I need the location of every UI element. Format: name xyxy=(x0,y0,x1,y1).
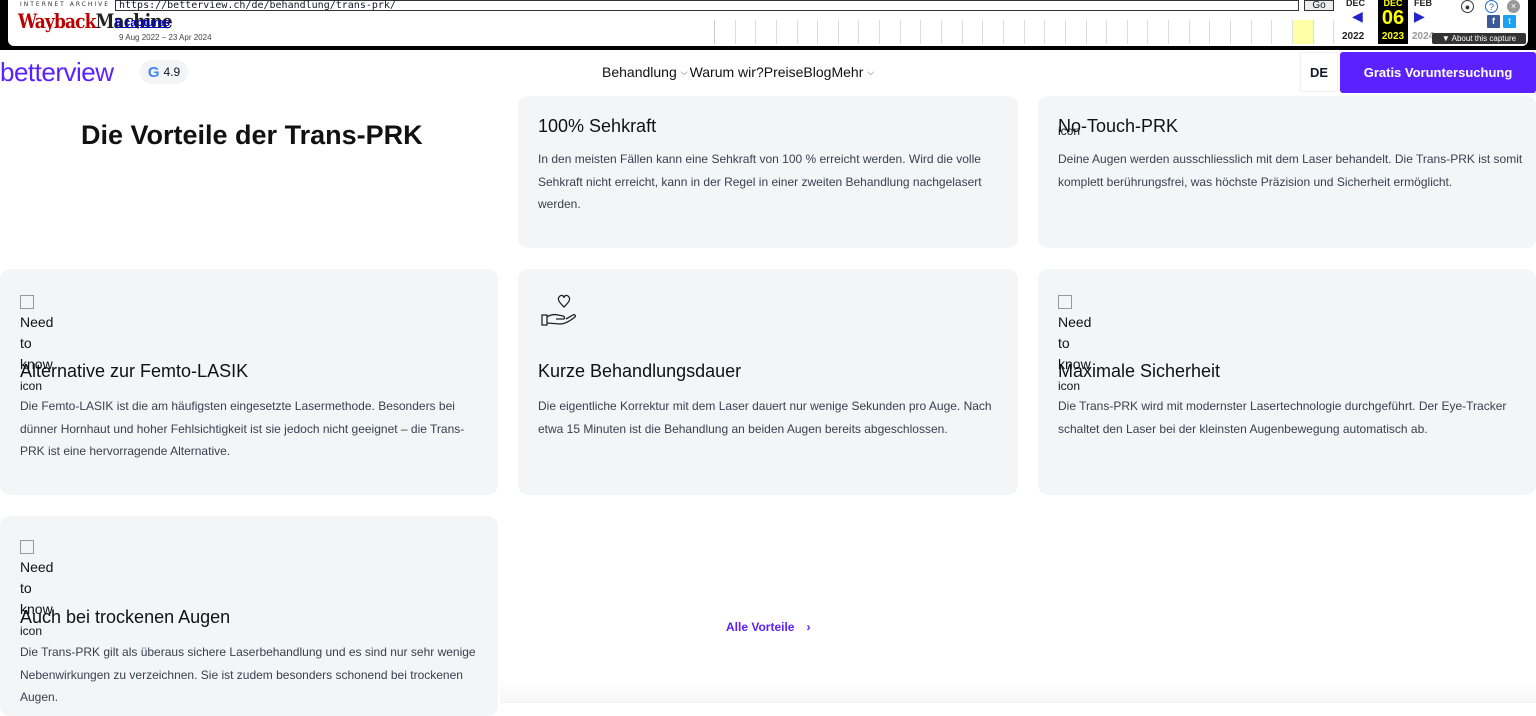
image-placeholder-icon xyxy=(1058,295,1072,310)
wayback-panel: INTERNET ARCHIVE WaybackMachine https://… xyxy=(8,0,1528,46)
wayback-current-date: DEC 06 2023 xyxy=(1378,0,1408,44)
close-icon[interactable]: × xyxy=(1507,0,1520,13)
nav-item-preise[interactable]: Preise xyxy=(764,64,804,80)
rating-value: 4.9 xyxy=(163,65,181,79)
wayback-prev-month: DEC xyxy=(1346,0,1366,8)
image-placeholder-icon xyxy=(20,295,34,310)
wayback-toolbar: INTERNET ARCHIVE WaybackMachine https://… xyxy=(0,0,1536,50)
benefit-card: Need to know icon Auch bei trockenen Aug… xyxy=(0,516,498,716)
section-title: Die Vorteile der Trans-PRK xyxy=(81,120,423,150)
broken-image-alt: Need xyxy=(20,559,54,575)
card-text: Die Femto-LASIK ist die am häufigsten ei… xyxy=(20,399,465,458)
nav-item-mehr[interactable]: Mehr ⌵ xyxy=(831,64,876,80)
wayback-go-button[interactable]: Go xyxy=(1304,0,1334,11)
benefit-card: Need to know icon Alternative zur Femto-… xyxy=(0,269,498,495)
google-icon: G xyxy=(147,63,160,81)
nav-item-behandlung[interactable]: Behandlung ⌵ xyxy=(602,64,690,80)
wayback-about-capture[interactable]: ▼ About this capture xyxy=(1432,33,1526,44)
card-text: Deine Augen werden ausschliesslich mit d… xyxy=(1058,152,1523,189)
card-text: Die Trans-PRK wird mit modernster Lasert… xyxy=(1058,399,1507,436)
wayback-current-month: DEC xyxy=(1383,0,1403,8)
wayback-captures-link[interactable]: 6 captures xyxy=(115,17,170,29)
card-text: Die Trans-PRK gilt als überaus sichere L… xyxy=(20,645,476,704)
benefit-card: Kurze Behandlungsdauer Die eigentliche K… xyxy=(518,269,1018,495)
main-nav: Behandlung ⌵ Warum wir? Preise Blog Mehr ⌵ xyxy=(602,64,876,80)
brand-logo[interactable]: betterview xyxy=(0,57,114,88)
heart-hand-icon xyxy=(541,294,576,326)
nav-item-blog[interactable]: Blog xyxy=(803,64,831,80)
nav-label: Warum wir? xyxy=(689,64,764,80)
language-switcher[interactable]: DE xyxy=(1300,52,1338,92)
wayback-url-input[interactable]: https://betterview.ch/de/behandlung/tran… xyxy=(115,0,1299,11)
broken-image-alt: to xyxy=(20,335,32,351)
card-title: 100% Sehkraft xyxy=(538,116,657,136)
site-header: betterview G 4.9 Behandlung ⌵ Warum wir? … xyxy=(0,50,1536,96)
wayback-next-month: FEB xyxy=(1414,0,1432,8)
wayback-logo-word-a: Wayback xyxy=(18,9,96,33)
card-title: Maximale Sicherheit xyxy=(1058,361,1221,381)
wayback-icons: ● ? × f t xyxy=(1461,0,1521,30)
wayback-prev-arrow-icon[interactable]: ◀ xyxy=(1352,8,1363,25)
card-title: Alternative zur Femto-LASIK xyxy=(20,361,249,381)
broken-image-alt: to xyxy=(1058,335,1070,351)
benefit-card: icon No-Touch-PRK Deine Augen werden aus… xyxy=(1038,96,1536,248)
card-text: Die eigentliche Korrektur mit dem Laser … xyxy=(538,399,992,436)
card-text: In den meisten Fällen kann eine Sehkraft… xyxy=(538,152,982,211)
benefit-card: Need to know icon Maximale Sicherheit Di… xyxy=(1038,269,1536,495)
wayback-date-range: 9 Aug 2022 – 23 Apr 2024 xyxy=(119,33,212,42)
facebook-icon[interactable]: f xyxy=(1487,15,1500,28)
wayback-next-arrow-icon[interactable]: ▶ xyxy=(1414,8,1425,25)
nav-item-warum-wir[interactable]: Warum wir? xyxy=(690,64,764,80)
all-benefits-label: Alle Vorteile xyxy=(726,620,795,634)
wayback-current-day: 06 xyxy=(1381,7,1405,29)
wayback-histogram[interactable] xyxy=(714,20,1335,44)
broken-image-alt: Need xyxy=(1058,314,1092,330)
nav-label: Mehr xyxy=(831,64,864,80)
user-icon[interactable]: ● xyxy=(1461,0,1474,13)
wayback-current-year: 2023 xyxy=(1381,31,1405,42)
benefit-card: 100% Sehkraft In den meisten Fällen kann… xyxy=(518,96,1018,248)
card-title: Kurze Behandlungsdauer xyxy=(538,361,742,381)
nav-label: Preise xyxy=(763,64,804,80)
image-placeholder-icon xyxy=(20,540,34,555)
chevron-right-icon: › xyxy=(806,620,811,634)
nav-label: Behandlung xyxy=(602,64,677,80)
google-rating-badge[interactable]: G 4.9 xyxy=(140,60,188,84)
nav-label: Blog xyxy=(803,64,832,80)
wayback-next-year[interactable]: 2024 xyxy=(1412,31,1434,42)
card-title: No-Touch-PRK xyxy=(1058,116,1179,136)
wayback-logo-caption: INTERNET ARCHIVE xyxy=(20,1,111,8)
broken-image-alt: Need xyxy=(20,314,54,330)
free-checkup-button[interactable]: Gratis Voruntersuchung xyxy=(1340,52,1536,93)
wayback-prev-year[interactable]: 2022 xyxy=(1342,31,1364,42)
chevron-down-icon: ⌵ xyxy=(867,66,875,77)
chevron-down-icon: ⌵ xyxy=(680,66,688,77)
help-icon[interactable]: ? xyxy=(1485,0,1498,13)
broken-image-alt: to xyxy=(20,580,32,596)
card-title: Auch bei trockenen Augen xyxy=(20,607,231,627)
twitter-icon[interactable]: t xyxy=(1503,15,1516,28)
bottom-fade xyxy=(500,680,1536,703)
all-benefits-link[interactable]: Alle Vorteile › xyxy=(726,620,810,634)
